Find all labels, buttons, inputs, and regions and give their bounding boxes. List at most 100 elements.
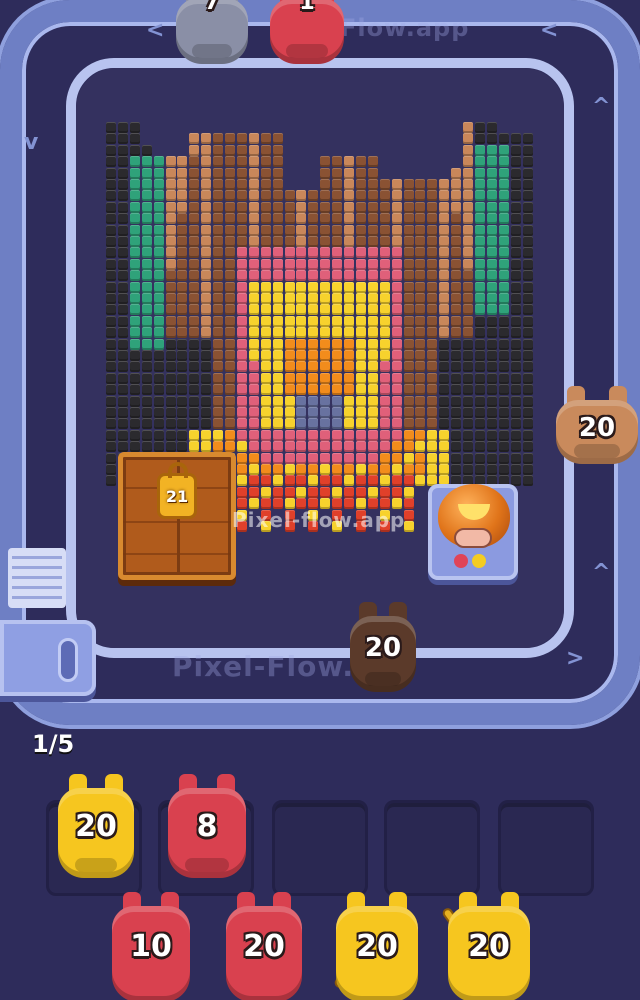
pixel-block (474, 395, 485, 407)
pixel-block (201, 384, 212, 396)
pixel-block (117, 213, 128, 225)
pixel-block (201, 167, 212, 179)
pixel-block (486, 236, 497, 247)
pixel-block (284, 475, 295, 487)
queue-slot-4[interactable] (384, 800, 480, 896)
pixel-block (427, 327, 438, 339)
pixel-block (141, 350, 152, 361)
pixel-block (403, 418, 414, 430)
pixel-block (165, 429, 176, 441)
queue-slot-3[interactable] (272, 800, 368, 896)
reserve-pig-4[interactable]: 20 (448, 892, 530, 1000)
pixel-block (439, 281, 450, 293)
pixel-block (272, 429, 283, 441)
pixel-block (391, 190, 402, 202)
pixel-block (451, 281, 462, 293)
pixel-block (344, 486, 354, 498)
queue-pig-2[interactable]: 8 (168, 774, 246, 878)
pixel-block (165, 372, 176, 384)
pumpkin-pig-tile[interactable] (428, 484, 518, 580)
locked-crate[interactable]: 21 (118, 452, 236, 580)
pixel-block (498, 201, 509, 213)
track-pig-brown[interactable]: 20 (350, 602, 416, 692)
pixel-block (439, 213, 450, 225)
pixel-block (272, 350, 283, 361)
pixel-block (248, 293, 259, 304)
pixel-block (498, 384, 509, 396)
pixel-block (177, 350, 188, 361)
queue-pig-1[interactable]: 20 (58, 774, 134, 878)
pixel-block (272, 281, 283, 293)
pixel-block (153, 270, 164, 282)
pixel-block (308, 464, 319, 475)
vent-line (12, 556, 62, 559)
pixel-block (296, 395, 307, 407)
pixel-block (474, 384, 485, 396)
pixel-block (522, 236, 533, 247)
pixel-block (427, 407, 438, 418)
pixel-block (415, 179, 426, 190)
reserve-pig-1[interactable]: 10 (112, 892, 190, 1000)
pixel-block (106, 293, 116, 304)
pixel-block (272, 179, 283, 190)
pixel-block (498, 304, 509, 316)
pixel-block (284, 464, 295, 475)
track-pig-grey[interactable]: 7 (176, 0, 248, 64)
pixel-block (129, 236, 140, 247)
pixel-block (153, 407, 164, 418)
pixel-block (165, 395, 176, 407)
pixel-block (355, 384, 366, 396)
pixel-block (451, 464, 462, 475)
pixel-block (177, 213, 188, 225)
pixel-block (403, 350, 414, 361)
pixel-block (391, 213, 402, 225)
pixel-block (106, 418, 116, 430)
pixel-block (367, 315, 378, 327)
pixel-block (320, 452, 331, 464)
pixel-block (236, 156, 247, 168)
pixel-block (165, 167, 176, 179)
track-pig-red[interactable]: 1 (270, 0, 344, 64)
pixel-block (284, 361, 295, 373)
pixel-block (225, 213, 235, 225)
reserve-pig-3[interactable]: 20 (336, 892, 418, 1000)
pixel-block (451, 407, 462, 418)
queue-slot-5[interactable] (498, 800, 594, 896)
pixel-block (522, 384, 533, 396)
pixel-block (498, 247, 509, 259)
pixel-block (248, 190, 259, 202)
pig-count: 20 (468, 929, 510, 965)
pixel-block (248, 361, 259, 373)
pixel-block (498, 167, 509, 179)
pig-snout (286, 44, 328, 58)
pixel-block (379, 224, 390, 236)
progress-counter: 1/5 (32, 730, 75, 758)
pixel-block (379, 452, 390, 464)
pixel-block (248, 236, 259, 247)
pixel-block (427, 429, 438, 441)
pixel-block (213, 327, 224, 339)
pixel-block (427, 464, 438, 475)
pixel-block (165, 441, 176, 453)
pixel-block (355, 247, 366, 259)
pixel-block (522, 372, 533, 384)
pixel-block (451, 452, 462, 464)
pixel-block (248, 304, 259, 316)
pixel-block (332, 441, 343, 453)
pixel-block (415, 293, 426, 304)
pixel-block (106, 122, 116, 133)
pixel-block (474, 156, 485, 168)
pixel-block (486, 315, 497, 327)
pixel-block (308, 327, 319, 339)
pixel-block (236, 258, 247, 270)
pixel-block (260, 236, 271, 247)
pixel-block (106, 213, 116, 225)
track-pig-tan[interactable]: 20 (556, 386, 638, 464)
pixel-block (189, 213, 200, 225)
pixel-block (201, 156, 212, 168)
pixel-block (141, 327, 152, 339)
pixel-block (308, 429, 319, 441)
reserve-pig-2[interactable]: 20 (226, 892, 302, 1000)
pixel-block (486, 418, 497, 430)
pixel-block (225, 441, 235, 453)
